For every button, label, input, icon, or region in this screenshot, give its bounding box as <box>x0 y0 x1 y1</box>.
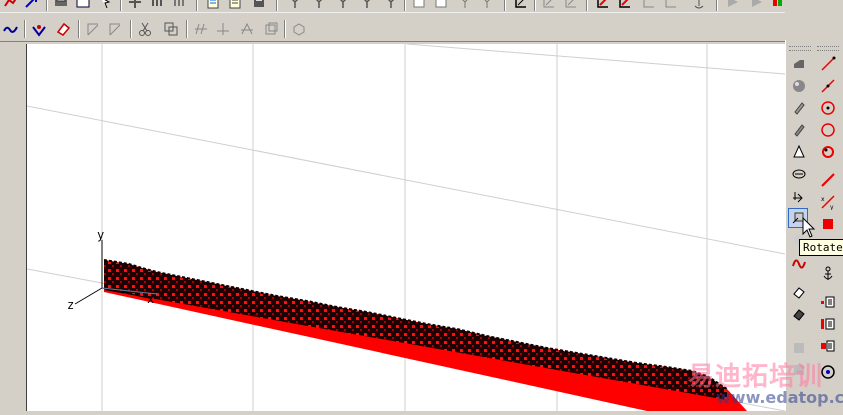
arrows-right-icon[interactable] <box>724 0 742 11</box>
angle-edit-icon[interactable] <box>106 20 124 38</box>
page-edit-icon[interactable] <box>410 0 428 11</box>
circle-red-icon[interactable] <box>818 142 838 162</box>
torus-icon[interactable] <box>789 164 809 184</box>
cut-icon[interactable] <box>136 20 154 38</box>
z-axis-label: z <box>67 298 75 312</box>
blank-icon[interactable] <box>789 338 809 358</box>
page-delete-icon[interactable] <box>432 0 450 11</box>
toolbar-separator <box>78 20 80 38</box>
line-red-diag-icon[interactable] <box>818 170 838 190</box>
eraser-icon[interactable] <box>54 20 72 38</box>
node-merge-icon[interactable] <box>358 0 376 11</box>
3d-point-icon[interactable] <box>30 20 48 38</box>
toolbar-separator <box>284 20 286 38</box>
toolbar-separator <box>24 20 26 38</box>
left-edge-strip <box>0 44 26 411</box>
perpendicular-icon[interactable] <box>214 20 232 38</box>
list-red3-icon[interactable] <box>818 336 838 356</box>
eraser-box2-icon[interactable] <box>789 304 809 324</box>
node-move-icon[interactable] <box>310 0 328 11</box>
eraser-box-icon[interactable] <box>789 282 809 302</box>
svg-text:y: y <box>830 204 834 210</box>
axis-add-icon[interactable] <box>562 0 580 11</box>
line-red-icon[interactable] <box>818 54 838 74</box>
anchor-icon[interactable] <box>818 264 838 284</box>
toolbar-row-2 <box>0 17 785 42</box>
line-red-dash-icon[interactable] <box>818 76 838 96</box>
list-red2-icon[interactable] <box>818 314 838 334</box>
arrow-icon[interactable] <box>22 0 40 11</box>
panel-grip[interactable] <box>817 46 839 51</box>
toolbar-separator <box>196 0 198 11</box>
toolbar-separator <box>186 20 188 38</box>
y-axis-label: y <box>97 228 105 242</box>
box-edit-icon[interactable] <box>262 20 280 38</box>
graph-icon[interactable] <box>2 0 20 11</box>
toolbar-separator <box>716 0 718 11</box>
node-align-icon[interactable] <box>334 0 352 11</box>
watermark: 易迪拓培训 www.edatop.com <box>688 356 843 411</box>
zoom-fit-icon[interactable] <box>170 0 188 11</box>
zoom-icon[interactable] <box>148 0 166 11</box>
curve-icon[interactable] <box>2 20 20 38</box>
square-red-icon[interactable] <box>818 214 838 234</box>
page-icon[interactable] <box>382 0 400 11</box>
cursor-icon[interactable] <box>96 0 114 11</box>
axis-edit-icon[interactable] <box>540 0 558 11</box>
toolbar-separator <box>130 20 132 38</box>
circle-center-icon[interactable] <box>818 98 838 118</box>
watermark-url: www.edatop.com <box>716 388 843 407</box>
cylinder2-icon[interactable] <box>789 120 809 140</box>
chart-edit-icon[interactable] <box>478 0 496 11</box>
panel-grip[interactable] <box>789 46 811 51</box>
extrude-icon[interactable] <box>789 186 809 206</box>
sphere-icon[interactable] <box>789 76 809 96</box>
save-icon[interactable] <box>250 0 268 11</box>
properties-icon[interactable] <box>204 0 222 11</box>
parallel-icon[interactable] <box>192 20 210 38</box>
print-icon[interactable] <box>52 0 70 11</box>
group-icon[interactable] <box>162 20 180 38</box>
angle-icon[interactable] <box>84 20 102 38</box>
anchor-icon[interactable] <box>640 0 658 11</box>
chart-copy-icon[interactable] <box>512 0 530 11</box>
toolbar-separator <box>534 0 536 11</box>
axis-red-icon[interactable] <box>594 0 612 11</box>
svg-text:x: x <box>821 196 825 203</box>
arrows-right2-icon[interactable] <box>748 0 766 11</box>
mouse-cursor-icon <box>802 217 816 238</box>
toolbar-separator <box>586 0 588 11</box>
toolbar-separator <box>276 0 278 11</box>
arrows-icon[interactable] <box>662 0 680 11</box>
arrows-edit-icon[interactable] <box>690 0 708 11</box>
toolbar-separator <box>120 0 122 11</box>
viewport-canvas[interactable] <box>26 43 786 412</box>
3d-viewport[interactable]: y x z <box>26 43 786 412</box>
chart-icon[interactable] <box>456 0 474 11</box>
pan-icon[interactable] <box>126 0 144 11</box>
x-axis-label: x <box>147 292 155 306</box>
key-icon[interactable] <box>768 0 786 11</box>
cone-icon[interactable] <box>789 142 809 162</box>
toolbar-separator <box>504 0 506 11</box>
notes-icon[interactable] <box>226 0 244 11</box>
list-red-icon[interactable] <box>818 292 838 312</box>
plane-icon[interactable] <box>789 54 809 74</box>
rotate-tooltip: Rotate <box>799 239 843 256</box>
circle-icon[interactable] <box>818 120 838 140</box>
toolbar-row-1 <box>0 0 785 13</box>
tangent-icon[interactable] <box>238 20 256 38</box>
node-icon[interactable] <box>286 0 304 11</box>
toolbar-separator <box>404 0 406 11</box>
box-3d-icon[interactable] <box>290 20 308 38</box>
toolbar-separator <box>46 0 48 11</box>
cylinder-icon[interactable] <box>789 98 809 118</box>
xy-line-icon[interactable]: xy <box>818 192 838 212</box>
axis-remove-icon[interactable] <box>616 0 634 11</box>
window-icon[interactable] <box>74 0 92 11</box>
